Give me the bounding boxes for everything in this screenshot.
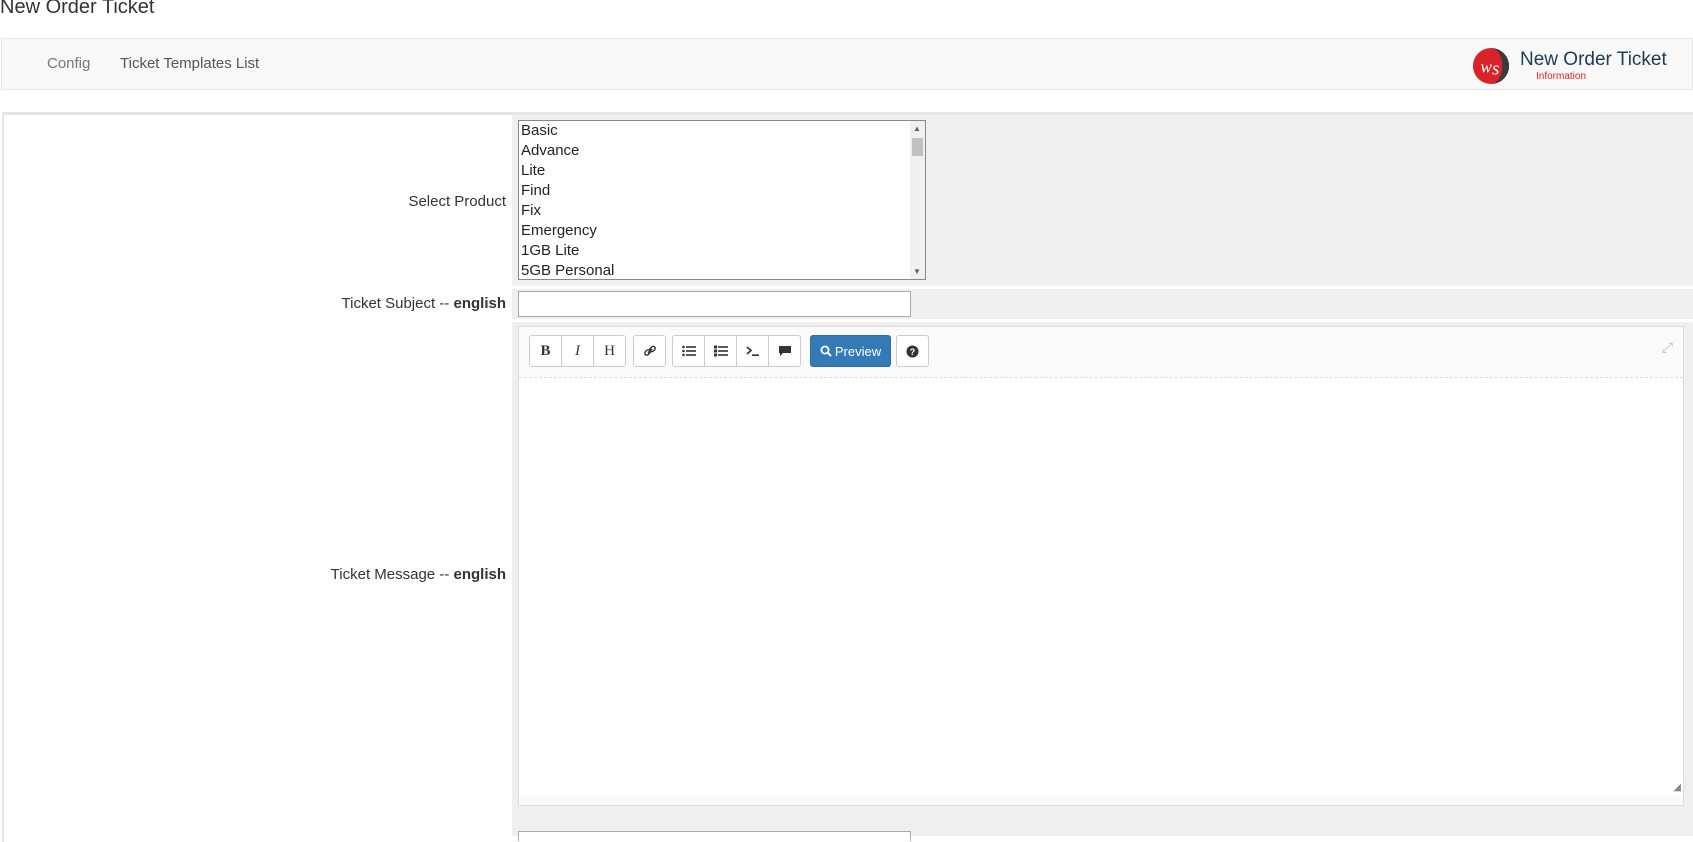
product-option[interactable]: Find: [519, 181, 925, 201]
list-button-group: [672, 335, 801, 367]
logo-mark-icon: w s: [1472, 47, 1510, 85]
listbox-scrollbar[interactable]: ▲ ▼: [910, 121, 925, 279]
scroll-thumb[interactable]: [912, 138, 923, 156]
nav-config-link[interactable]: Config: [47, 55, 90, 72]
heading-icon: H: [604, 342, 615, 359]
product-option[interactable]: Emergency: [519, 221, 925, 241]
ticket-message-label: Ticket Message -- english: [331, 566, 506, 583]
italic-button[interactable]: I: [561, 335, 594, 367]
svg-text:?: ?: [910, 347, 916, 357]
ticket-subject-label: Ticket Subject -- english: [342, 295, 507, 312]
scroll-up-icon[interactable]: ▲: [913, 124, 921, 133]
brand-logo: w s New Order Ticket Information: [1472, 45, 1667, 85]
fullscreen-icon[interactable]: ⤢: [1662, 339, 1673, 356]
product-option[interactable]: Lite: [519, 161, 925, 181]
ticket-message-label-text: Ticket Message --: [330, 566, 454, 583]
product-option[interactable]: Advance: [519, 141, 925, 161]
page-title: New Order Ticket: [0, 0, 155, 18]
ticket-message-lang: english: [453, 566, 506, 583]
help-button[interactable]: ?: [896, 335, 929, 367]
product-option[interactable]: Fix: [519, 201, 925, 221]
bold-icon: B: [540, 342, 551, 359]
help-icon: ?: [906, 345, 919, 357]
select-product-label: Select Product: [408, 193, 506, 210]
ordered-list-icon: [713, 345, 728, 357]
link-button[interactable]: [633, 335, 666, 367]
ticket-subject-input[interactable]: [518, 291, 911, 317]
svg-text:w: w: [1481, 58, 1493, 77]
quote-button[interactable]: [768, 335, 801, 367]
product-option[interactable]: 5GB Personal: [519, 261, 925, 279]
preview-label: Preview: [834, 343, 882, 359]
scroll-down-icon[interactable]: ▼: [913, 267, 921, 276]
ticket-message-textarea[interactable]: [519, 378, 1683, 795]
nav-ticket-templates-link[interactable]: Ticket Templates List: [120, 55, 259, 72]
next-field-input[interactable]: [518, 831, 911, 841]
unordered-list-button[interactable]: [672, 335, 705, 367]
quote-icon: [778, 346, 791, 356]
format-button-group: B I H: [529, 335, 626, 367]
preview-button[interactable]: Preview: [810, 335, 891, 367]
editor-toolbar: B I H Preview ? ⤢: [519, 327, 1683, 378]
product-option[interactable]: 1GB Lite: [519, 241, 925, 261]
link-button-group: [633, 335, 666, 367]
bold-button[interactable]: B: [529, 335, 562, 367]
unordered-list-icon: [681, 345, 696, 357]
heading-button[interactable]: H: [593, 335, 626, 367]
ordered-list-button[interactable]: [704, 335, 737, 367]
logo-title: New Order Ticket: [1520, 49, 1667, 70]
svg-text:s: s: [1492, 59, 1499, 80]
top-navbar: Config Ticket Templates List w s New Ord…: [1, 38, 1693, 90]
search-icon: [820, 345, 832, 357]
markdown-editor: B I H Preview ? ⤢ ◢: [518, 326, 1684, 806]
link-icon: [643, 345, 656, 356]
ticket-subject-lang: english: [453, 295, 506, 312]
italic-icon: I: [575, 342, 580, 359]
code-icon: [745, 346, 759, 356]
product-option[interactable]: Basic: [519, 121, 925, 141]
resize-handle-icon[interactable]: ◢: [1673, 782, 1681, 793]
ticket-subject-label-text: Ticket Subject --: [341, 295, 454, 312]
product-listbox[interactable]: Basic Advance Lite Find Fix Emergency 1G…: [518, 120, 926, 280]
logo-subtitle: Information: [1536, 71, 1587, 82]
code-button[interactable]: [736, 335, 769, 367]
help-button-group: ?: [896, 335, 929, 367]
